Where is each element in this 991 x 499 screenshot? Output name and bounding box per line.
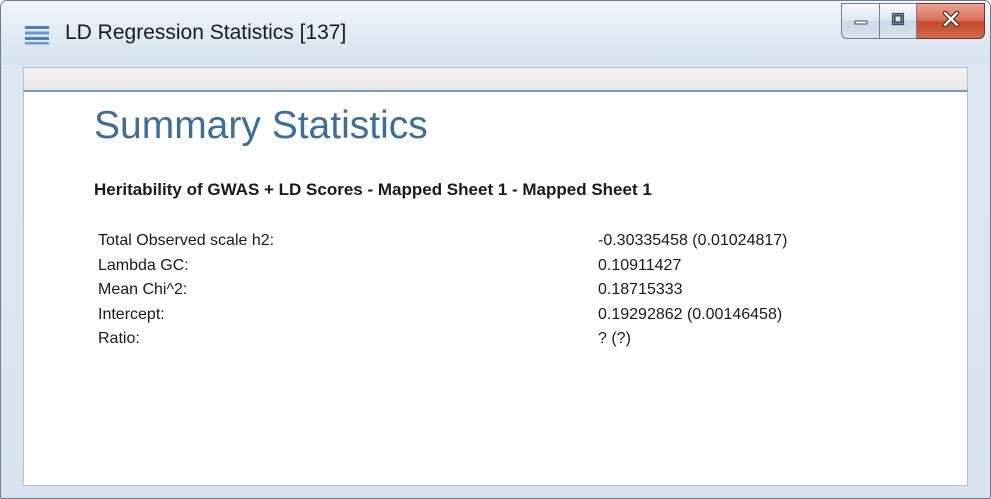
minimize-icon: [853, 11, 869, 32]
maximize-button[interactable]: [879, 3, 917, 39]
stat-value: 0.18715333: [598, 281, 683, 298]
content-panel: Summary Statistics Heritability of GWAS …: [23, 90, 968, 486]
stat-value: 0.19292862 (0.00146458): [598, 305, 783, 323]
stat-value: ? (?): [598, 330, 631, 347]
stat-value: 0.10911427: [598, 256, 682, 274]
page-title: Summary Statistics: [94, 104, 428, 147]
maximize-icon: [890, 11, 906, 32]
menu-lines-icon[interactable]: [25, 25, 49, 45]
close-button[interactable]: [917, 3, 985, 39]
dialog-window: LD Regression Statistics [137] Summary S…: [0, 0, 991, 499]
stat-label: Lambda GC:: [98, 256, 189, 274]
window-controls: [841, 3, 985, 39]
minimize-button[interactable]: [841, 3, 879, 39]
title-bar[interactable]: LD Regression Statistics [137]: [1, 1, 990, 65]
stat-label: Intercept:: [98, 305, 165, 323]
stat-label: Total Observed scale h2:: [98, 232, 275, 249]
window-title: LD Regression Statistics [137]: [65, 21, 347, 44]
stat-label: Mean Chi^2:: [98, 281, 188, 298]
analysis-subtitle: Heritability of GWAS + LD Scores - Mappe…: [94, 180, 652, 199]
stat-label: Ratio:: [98, 330, 140, 347]
toolbar-strip: [23, 67, 968, 91]
stat-value: -0.30335458 (0.01024817): [598, 232, 788, 249]
close-icon: [941, 10, 961, 33]
